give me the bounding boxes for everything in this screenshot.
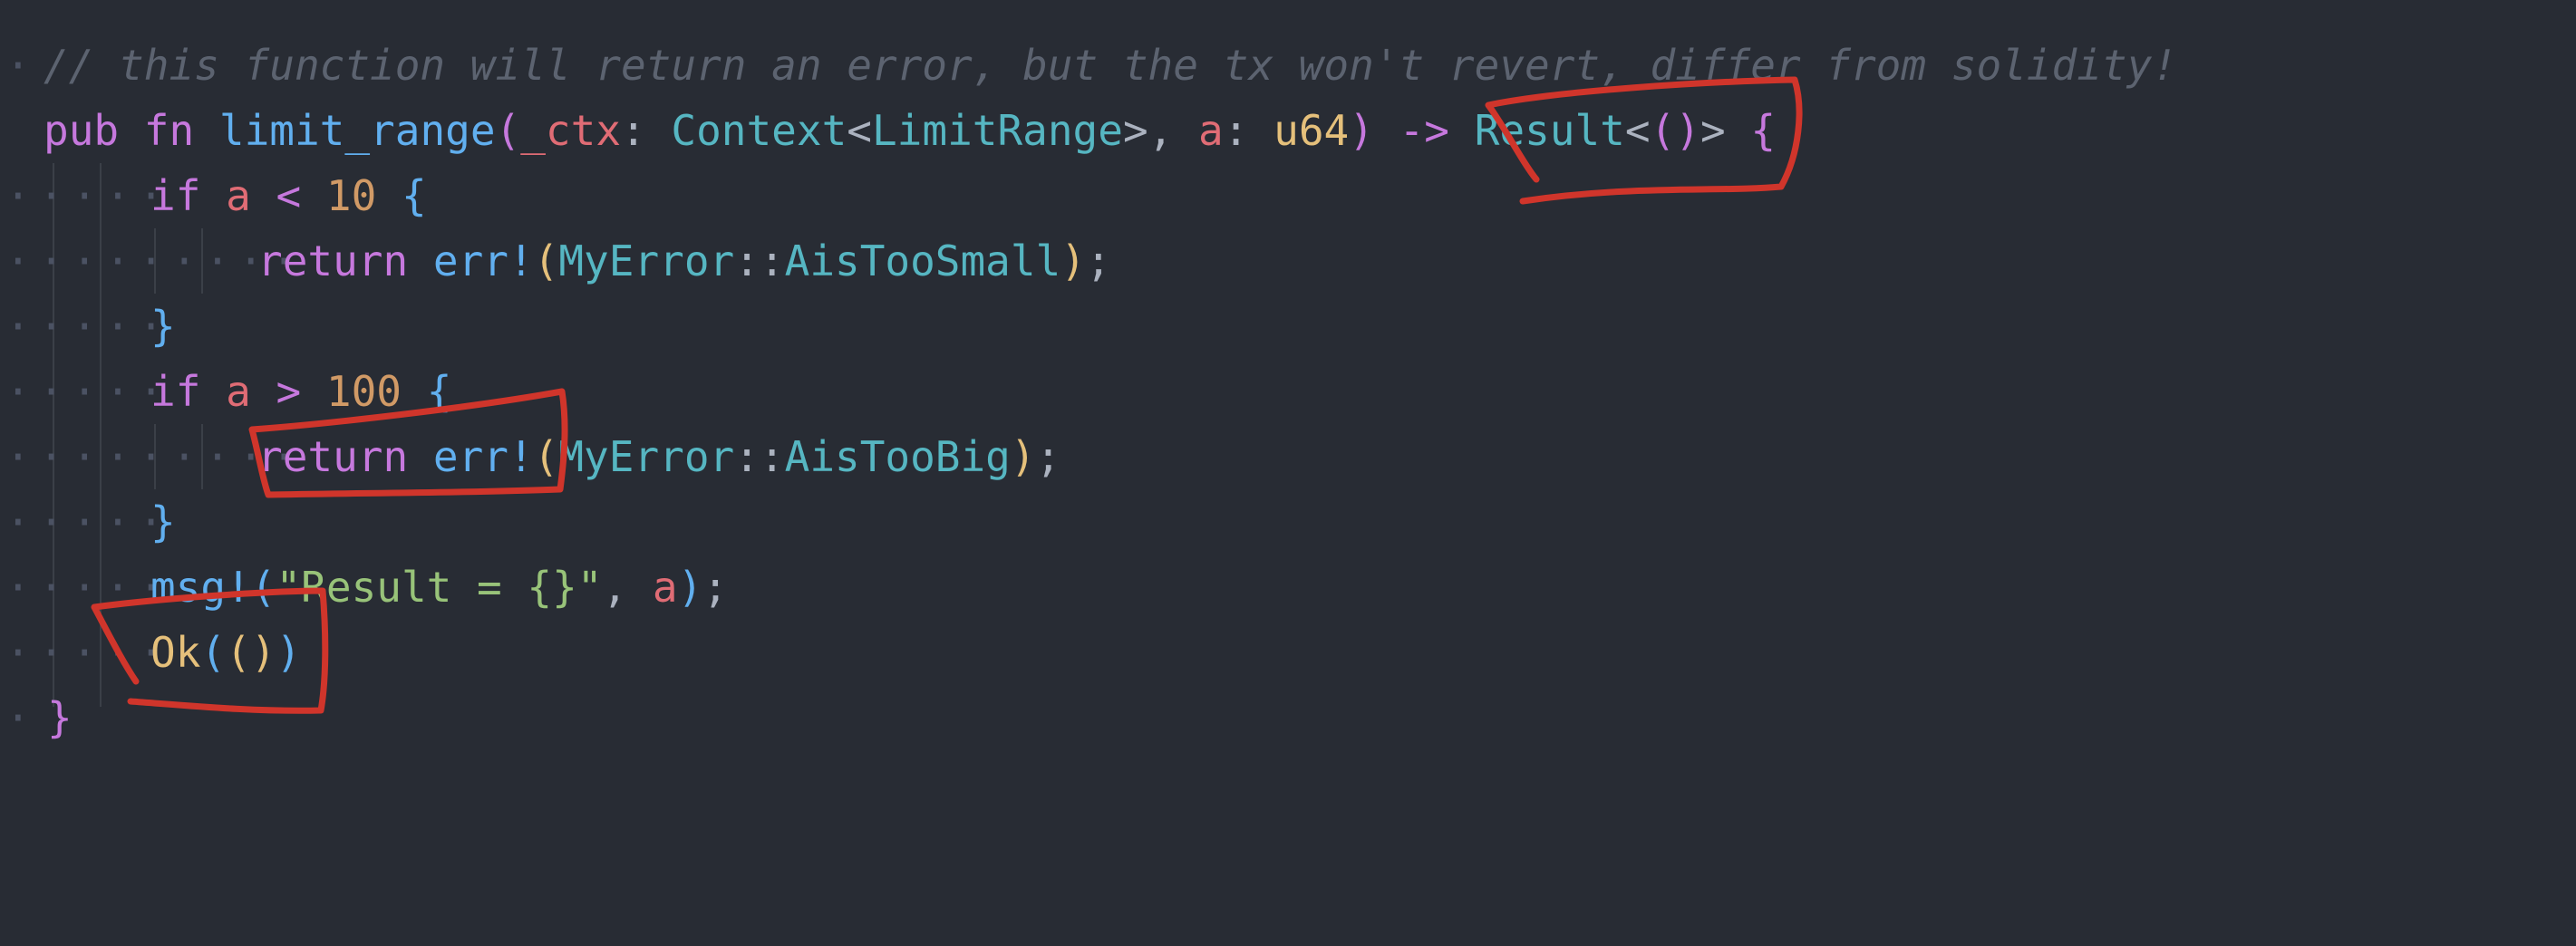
keyword-return: return bbox=[257, 236, 409, 285]
unit-type: () bbox=[1650, 106, 1700, 155]
code-line-2[interactable]: pub fn limit_range(_ctx: Context<LimitRa… bbox=[0, 98, 1776, 163]
keyword-if: if bbox=[150, 367, 201, 416]
code-line-4[interactable]: ········· return err!(MyError::AisTooSma… bbox=[0, 228, 1111, 294]
keyword-pub: pub bbox=[44, 106, 120, 155]
code-line-10[interactable]: ····· Ok(()) bbox=[0, 620, 301, 685]
brace: { bbox=[402, 171, 427, 220]
variable: a bbox=[226, 171, 251, 220]
type-name: LimitRange bbox=[871, 106, 1123, 155]
closing-brace: } bbox=[150, 497, 176, 546]
whitespace-dots: ····· bbox=[5, 497, 172, 546]
paren: ) bbox=[1010, 432, 1036, 481]
param-name: _ctx bbox=[520, 106, 622, 155]
code-editor[interactable]: · // this function will return an error,… bbox=[0, 0, 2576, 758]
return-type: Result bbox=[1474, 106, 1625, 155]
enum-variant: AisTooBig bbox=[784, 432, 1011, 481]
paren: ) bbox=[677, 563, 703, 612]
code-line-3[interactable]: ····· if a < 10 { bbox=[0, 163, 427, 228]
brace: { bbox=[426, 367, 452, 416]
punct: : bbox=[621, 106, 672, 155]
number: 100 bbox=[325, 367, 402, 416]
semicolon: ; bbox=[1085, 236, 1111, 285]
punct: < bbox=[1624, 106, 1651, 155]
paren: ( bbox=[495, 106, 521, 155]
code-line-8[interactable]: ····· } bbox=[0, 489, 176, 555]
if-statement: if a > 100 { bbox=[150, 359, 451, 424]
enum-name: MyError bbox=[558, 432, 735, 481]
number: 10 bbox=[325, 171, 377, 220]
arrow: -> bbox=[1373, 106, 1475, 155]
brace: { bbox=[1725, 106, 1777, 155]
punct: , bbox=[602, 563, 653, 612]
ok-return: Ok(()) bbox=[150, 620, 301, 685]
code-line-11[interactable]: · } bbox=[0, 685, 101, 750]
keyword-fn: fn bbox=[143, 106, 195, 155]
code-line-6[interactable]: ····· if a > 100 { bbox=[0, 359, 451, 424]
keyword-return: return bbox=[257, 432, 409, 481]
variable: a bbox=[652, 563, 678, 612]
paren: ( bbox=[250, 563, 276, 612]
macro-call: err! bbox=[432, 432, 534, 481]
enum-name: MyError bbox=[558, 236, 735, 285]
punct: : bbox=[1223, 106, 1274, 155]
whitespace-dots: ····· bbox=[5, 628, 172, 677]
paren: ) bbox=[276, 628, 302, 677]
code-comment: // this function will return an error, b… bbox=[44, 41, 2178, 90]
paren: ( bbox=[200, 628, 227, 677]
closing-brace: } bbox=[150, 302, 176, 351]
punct: >, bbox=[1122, 106, 1199, 155]
msg-statement: msg!("Result = {}", a); bbox=[150, 555, 728, 620]
return-statement: return err!(MyError::AisTooBig); bbox=[257, 424, 1060, 489]
closing-brace: } bbox=[47, 693, 73, 742]
unit-value: () bbox=[226, 628, 276, 677]
keyword-if: if bbox=[150, 171, 201, 220]
paren: ( bbox=[533, 236, 559, 285]
semicolon: ; bbox=[1035, 432, 1061, 481]
whitespace-dots: · bbox=[5, 693, 39, 742]
code-line-1[interactable]: · // this function will return an error,… bbox=[0, 33, 2177, 98]
operator: < bbox=[276, 171, 302, 220]
return-statement: return err!(MyError::AisTooSmall); bbox=[257, 228, 1111, 294]
whitespace-dots: ····· bbox=[5, 563, 172, 612]
variable: a bbox=[226, 367, 251, 416]
code-line-7[interactable]: ········· return err!(MyError::AisTooBig… bbox=[0, 424, 1060, 489]
function-name: limit_range bbox=[218, 106, 496, 155]
operator: > bbox=[276, 367, 302, 416]
paren: ) bbox=[1060, 236, 1086, 285]
enum-variant: AisTooSmall bbox=[784, 236, 1061, 285]
paren: ( bbox=[533, 432, 559, 481]
whitespace-dots: · bbox=[5, 41, 39, 90]
function-signature: pub fn limit_range(_ctx: Context<LimitRa… bbox=[44, 98, 1776, 163]
ok-constructor: Ok bbox=[150, 628, 201, 677]
whitespace-dots: ····· bbox=[5, 367, 172, 416]
macro-call: msg! bbox=[150, 563, 251, 612]
punct: > bbox=[1700, 106, 1726, 155]
whitespace-dots: ····· bbox=[5, 302, 172, 351]
punct: < bbox=[847, 106, 872, 155]
path-separator: :: bbox=[734, 432, 785, 481]
type-name: Context bbox=[671, 106, 847, 155]
code-line-5[interactable]: ····· } bbox=[0, 294, 176, 359]
paren: ) bbox=[1349, 106, 1374, 155]
string-literal: "Result = {}" bbox=[276, 563, 603, 612]
semicolon: ; bbox=[702, 563, 729, 612]
param-name: a bbox=[1198, 106, 1224, 155]
if-statement: if a < 10 { bbox=[150, 163, 427, 228]
type-name: u64 bbox=[1273, 106, 1350, 155]
path-separator: :: bbox=[734, 236, 785, 285]
code-line-9[interactable]: ····· msg!("Result = {}", a); bbox=[0, 555, 728, 620]
whitespace-dots: ····· bbox=[5, 171, 172, 220]
macro-call: err! bbox=[432, 236, 534, 285]
